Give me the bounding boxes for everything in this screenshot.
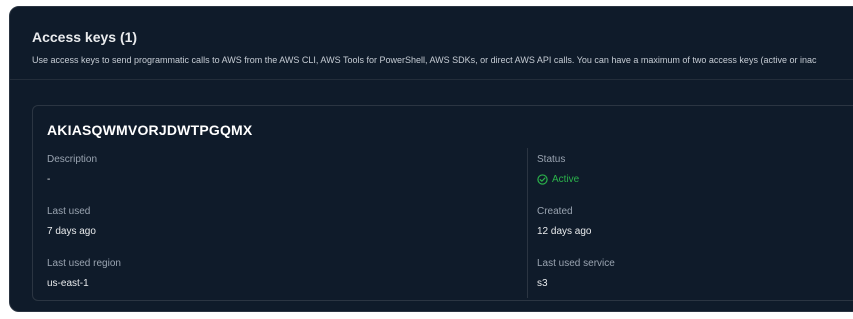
last-used-region-value: us-east-1 <box>47 278 89 289</box>
status-label: Status <box>537 154 566 165</box>
header-divider <box>10 79 853 80</box>
last-used-service-label: Last used service <box>537 258 615 269</box>
status-value: Active <box>552 174 580 185</box>
last-used-region-label: Last used region <box>47 258 121 269</box>
column-separator <box>527 148 528 298</box>
access-keys-panel: Access keys (1) Use access keys to send … <box>9 6 853 312</box>
description-value: - <box>47 174 51 185</box>
last-used-label: Last used <box>47 206 91 217</box>
access-keys-title: Access keys (1) <box>32 29 138 45</box>
last-used-service-value: s3 <box>537 278 548 289</box>
check-circle-icon <box>537 174 548 185</box>
access-keys-description: Use access keys to send programmatic cal… <box>32 55 817 65</box>
last-used-value: 7 days ago <box>47 226 96 237</box>
created-value: 12 days ago <box>537 226 592 237</box>
access-key-id: AKIASQWMVORJDWTPGQMX <box>47 122 253 138</box>
created-label: Created <box>537 206 573 217</box>
status-badge: Active <box>537 174 579 185</box>
access-key-card: AKIASQWMVORJDWTPGQMX Description - Last … <box>32 105 853 301</box>
description-label: Description <box>47 154 98 165</box>
